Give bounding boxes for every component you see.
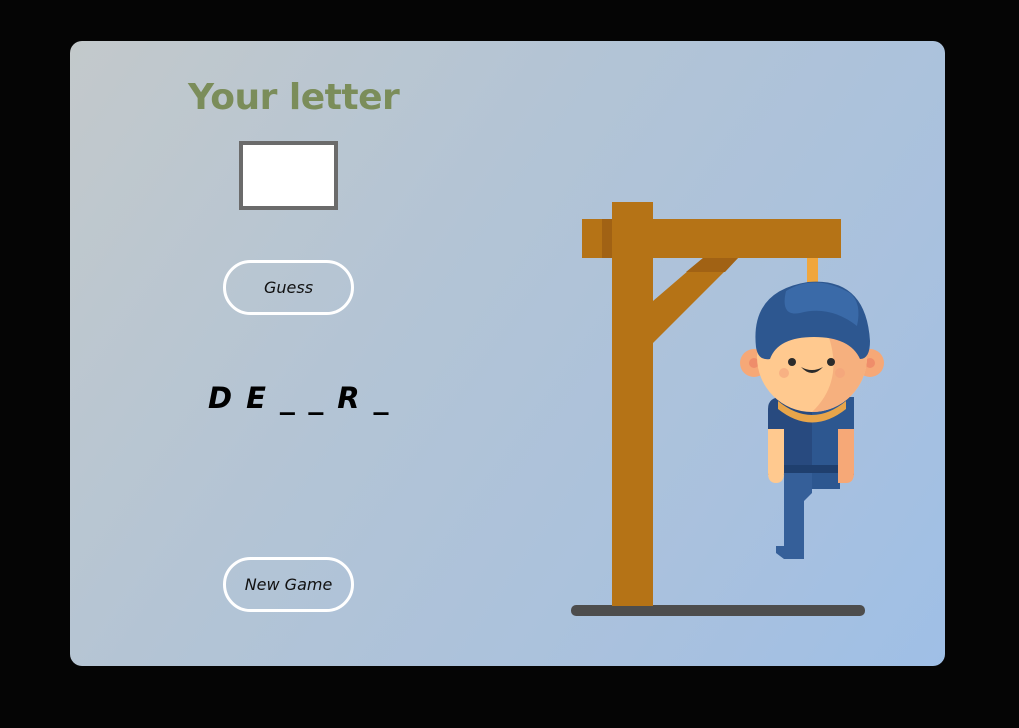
ground-line [571,605,865,616]
game-card: Your letter Guess D E _ _ R _ New Game [70,41,945,666]
gallows-beam [582,219,841,258]
hangman-figure-icon [740,281,884,559]
gallows-scene [571,202,884,616]
gallows-post [612,202,653,606]
